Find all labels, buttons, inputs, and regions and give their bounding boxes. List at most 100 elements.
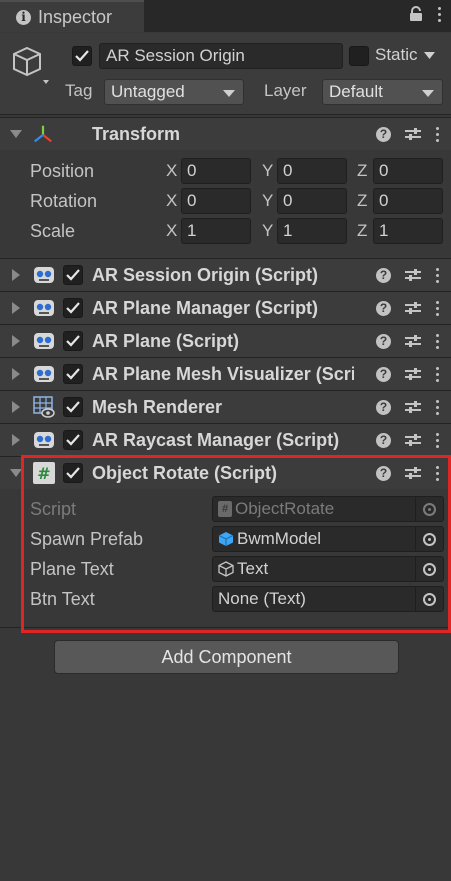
help-icon[interactable]: ? [376, 366, 391, 382]
divider [0, 627, 451, 628]
position-z-field[interactable]: 0 [373, 158, 443, 184]
scale-x-field[interactable]: 1 [181, 218, 251, 244]
check-icon [66, 368, 80, 380]
enabled-checkbox[interactable] [63, 265, 83, 285]
foldout-arrow-icon[interactable] [12, 302, 20, 314]
transform-axes-icon [34, 125, 52, 143]
lock-icon[interactable] [409, 6, 423, 22]
axis-x-label: X [166, 221, 178, 240]
component-header-ar-plane[interactable]: AR Plane (Script) ? [0, 324, 451, 357]
context-menu-icon[interactable] [435, 300, 439, 316]
static-checkbox[interactable] [349, 46, 369, 66]
axis-y-label: Y [262, 221, 274, 240]
context-menu-icon[interactable] [435, 399, 439, 415]
axis-y-label: Y [262, 161, 274, 180]
script-robot-icon [34, 366, 54, 382]
foldout-arrow-icon[interactable] [12, 434, 20, 446]
field-value: ObjectRotate [235, 499, 335, 518]
component-header-ar-plane-manager[interactable]: AR Plane Manager (Script) ? [0, 291, 451, 324]
context-menu-icon[interactable] [435, 366, 439, 382]
object-name-input[interactable]: AR Session Origin [99, 43, 343, 69]
preset-sliders-icon[interactable] [405, 400, 421, 414]
preset-sliders-icon[interactable] [405, 334, 421, 348]
preset-sliders-icon[interactable] [405, 433, 421, 447]
context-menu-icon[interactable] [435, 333, 439, 349]
context-menu-icon[interactable] [435, 432, 439, 448]
object-picker-icon[interactable] [415, 557, 443, 581]
tag-dropdown[interactable]: Untagged [104, 79, 244, 105]
enabled-checkbox[interactable] [63, 364, 83, 384]
component-header-ar-plane-mesh-visualizer[interactable]: AR Plane Mesh Visualizer (Script) ? [0, 357, 451, 390]
btn-text-field[interactable]: None (Text) [212, 586, 444, 612]
preset-sliders-icon[interactable] [405, 127, 421, 141]
tab-inspector[interactable]: i Inspector [0, 0, 144, 32]
position-x-field[interactable]: 0 [181, 158, 251, 184]
script-robot-icon [34, 300, 54, 316]
axis-z-label: Z [357, 221, 368, 240]
context-menu-icon[interactable] [435, 126, 439, 142]
enabled-checkbox[interactable] [63, 463, 83, 483]
component-header-mesh-renderer[interactable]: Mesh Renderer ? [0, 390, 451, 423]
foldout-arrow-icon[interactable] [12, 368, 20, 380]
layer-dropdown[interactable]: Default [322, 79, 443, 105]
position-y-field[interactable]: 0 [277, 158, 347, 184]
plane-text-field[interactable]: Text [212, 556, 444, 582]
enabled-checkbox[interactable] [63, 298, 83, 318]
static-dropdown[interactable]: Static [375, 45, 435, 65]
help-icon[interactable]: ? [376, 432, 391, 448]
rotation-x-field[interactable]: 0 [181, 188, 251, 214]
help-icon[interactable]: ? [376, 300, 391, 316]
add-component-button[interactable]: Add Component [54, 640, 399, 674]
info-icon: i [16, 9, 31, 25]
help-icon[interactable]: ? [376, 126, 391, 142]
foldout-arrow-icon[interactable] [10, 130, 22, 138]
enabled-checkbox[interactable] [63, 397, 83, 417]
object-picker-icon[interactable] [415, 527, 443, 551]
script-field: # ObjectRotate [212, 496, 444, 522]
field-value: 1 [283, 221, 293, 240]
tab-menu-icon[interactable] [437, 6, 441, 22]
component-title: AR Plane Mesh Visualizer (Script) [92, 363, 354, 384]
spawn-prefab-field[interactable]: BwmModel [212, 526, 444, 552]
preset-sliders-icon[interactable] [405, 301, 421, 315]
foldout-arrow-icon[interactable] [10, 469, 22, 477]
help-icon[interactable]: ? [376, 267, 391, 283]
foldout-arrow-icon[interactable] [12, 401, 20, 413]
help-icon[interactable]: ? [376, 333, 391, 349]
component-header-object-rotate[interactable]: # Object Rotate (Script) ? [0, 456, 451, 489]
context-menu-icon[interactable] [435, 465, 439, 481]
preset-sliders-icon[interactable] [405, 268, 421, 282]
check-icon [66, 434, 80, 446]
object-picker-icon[interactable] [415, 587, 443, 611]
rotation-z-field[interactable]: 0 [373, 188, 443, 214]
component-header-ar-raycast-manager[interactable]: AR Raycast Manager (Script) ? [0, 423, 451, 456]
help-icon[interactable]: ? [376, 399, 391, 415]
cs-script-icon: # [33, 462, 55, 484]
context-menu-icon[interactable] [435, 267, 439, 283]
field-value: 0 [283, 161, 293, 180]
scale-z-field[interactable]: 1 [373, 218, 443, 244]
transform-header[interactable]: Transform ? [0, 117, 451, 150]
scale-label: Scale [30, 221, 76, 241]
tab-bar: i Inspector [0, 0, 451, 32]
check-icon [66, 302, 80, 314]
component-header-ar-session-origin[interactable]: AR Session Origin (Script) ? [0, 258, 451, 291]
check-icon [66, 269, 80, 281]
cs-script-icon: # [218, 501, 232, 517]
enabled-checkbox[interactable] [63, 430, 83, 450]
script-robot-icon [34, 267, 54, 283]
foldout-arrow-icon[interactable] [12, 335, 20, 347]
active-checkbox[interactable] [72, 46, 92, 66]
gameobject-cube-icon [218, 561, 234, 577]
position-label: Position [30, 161, 95, 181]
enabled-checkbox[interactable] [63, 331, 83, 351]
help-icon[interactable]: ? [376, 465, 391, 481]
scale-y-field[interactable]: 1 [277, 218, 347, 244]
tag-label: Tag [65, 81, 93, 100]
preset-sliders-icon[interactable] [405, 367, 421, 381]
foldout-arrow-icon[interactable] [12, 269, 20, 281]
object-picker-icon [415, 497, 443, 521]
rotation-y-field[interactable]: 0 [277, 188, 347, 214]
preset-sliders-icon[interactable] [405, 466, 421, 480]
field-value: None (Text) [218, 589, 306, 608]
